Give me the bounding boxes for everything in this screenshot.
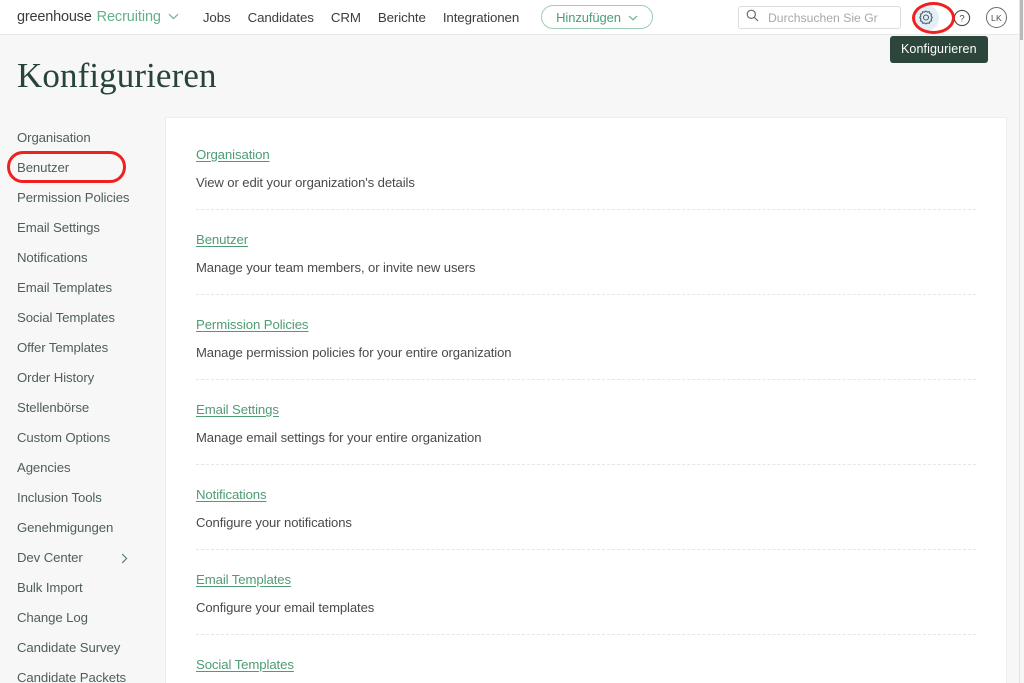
sidebar-item-label: Change Log (17, 609, 88, 625)
sidebar-item-label: Organisation (17, 129, 91, 145)
setting-description: Manage your team members, or invite new … (196, 260, 476, 275)
gear-tooltip: Konfigurieren (890, 36, 988, 63)
sidebar-item-notifications[interactable]: Notifications (0, 242, 150, 272)
sidebar-item-offer-templates[interactable]: Offer Templates (0, 332, 150, 362)
brand-name-greenhouse: greenhouse (17, 9, 92, 25)
setting-link-permission-policies[interactable]: Permission Policies (196, 317, 309, 332)
sidebar-item-label: Email Templates (17, 279, 113, 295)
sidebar-item-permission-policies[interactable]: Permission Policies (0, 182, 150, 212)
sidebar-item-label: Social Templates (17, 309, 115, 325)
sidebar-item-genehmigungen[interactable]: Genehmigungen (0, 512, 150, 542)
sidebar-item-bulk-import[interactable]: Bulk Import (0, 572, 150, 602)
sidebar-item-candidate-packets[interactable]: Candidate Packets (0, 662, 150, 683)
nav-right-cluster: ? LK (738, 0, 1007, 35)
setting-link-email-templates[interactable]: Email Templates (196, 572, 291, 587)
primary-nav-links: Jobs Candidates CRM Berichte Integration… (203, 10, 519, 25)
sidebar-item-label: Candidate Packets (17, 669, 126, 683)
avatar[interactable]: LK (986, 7, 1007, 28)
setting-link-social-templates[interactable]: Social Templates (196, 657, 294, 672)
settings-sidebar: Organisation Benutzer Permission Policies E… (0, 122, 150, 683)
sidebar-item-label: Email Settings (17, 219, 100, 235)
page-scrollbar[interactable] (1019, 0, 1024, 683)
sidebar-item-label: Candidate Survey (17, 639, 121, 655)
sidebar-item-change-log[interactable]: Change Log (0, 602, 150, 632)
nav-link-berichte[interactable]: Berichte (378, 10, 426, 25)
chevron-right-icon (121, 552, 128, 567)
sidebar-item-label: Notifications (17, 249, 88, 265)
question-mark-icon[interactable]: ? (949, 5, 975, 31)
setting-row: Organisation View or edit your organizati… (196, 118, 976, 210)
setting-row: Social TemplatesConfigure your social me… (196, 635, 976, 683)
sidebar-item-stellenb-rse[interactable]: Stellenbörse (0, 392, 150, 422)
sidebar-item-label: Permission Policies (17, 189, 130, 205)
sidebar-item-agencies[interactable]: Agencies (0, 452, 150, 482)
page-scrollbar-thumb[interactable] (1020, 0, 1023, 40)
sidebar-item-social-templates[interactable]: Social Templates (0, 302, 150, 332)
nav-link-jobs[interactable]: Jobs (203, 10, 231, 25)
sidebar-item-benutzer[interactable]: Benutzer (0, 152, 150, 182)
settings-card: Organisation View or edit your organizati… (165, 117, 1007, 683)
sidebar-item-order-history[interactable]: Order History (0, 362, 150, 392)
add-button[interactable]: Hinzufügen (541, 5, 653, 29)
sidebar-item-dev-center[interactable]: Dev Center (0, 542, 150, 572)
setting-description: Manage email settings for your entire or… (196, 430, 482, 445)
app-root: greenhouse Recruiting Jobs Candidates CR… (0, 0, 1024, 683)
nav-link-candidates[interactable]: Candidates (248, 10, 314, 25)
settings-list: Organisation View or edit your organizati… (166, 118, 1006, 683)
sidebar-item-label: Stellenbörse (17, 399, 90, 415)
setting-description: Configure your email templates (196, 600, 375, 615)
setting-description: Configure your notifications (196, 515, 352, 530)
setting-link-benutzer[interactable]: Benutzer (196, 232, 248, 247)
sidebar-item-label: Agencies (17, 459, 71, 475)
search-icon (746, 9, 759, 27)
brand-product-recruiting: Recruiting (96, 9, 161, 25)
sidebar-item-email-templates[interactable]: Email Templates (0, 272, 150, 302)
search-input[interactable] (766, 9, 886, 26)
sidebar-item-label: Bulk Import (17, 579, 83, 595)
setting-row: Permission Policies Manage permission pol… (196, 295, 976, 380)
setting-row: Benutzer Manage your team members, or inv… (196, 210, 976, 295)
setting-row: Email Templates Configure your email temp… (196, 550, 976, 635)
nav-link-crm[interactable]: CRM (331, 10, 361, 25)
sidebar-item-label: Genehmigungen (17, 519, 114, 535)
sidebar-item-organisation[interactable]: Organisation (0, 122, 150, 152)
brand-logo-menu[interactable]: greenhouse Recruiting (17, 8, 179, 26)
sidebar-item-label: Custom Options (17, 429, 111, 445)
top-navigation-bar: greenhouse Recruiting Jobs Candidates CR… (0, 0, 1019, 35)
sidebar-item-label: Dev Center (17, 549, 83, 565)
sidebar-item-label: Benutzer (17, 159, 69, 175)
sidebar-item-label: Order History (17, 369, 95, 385)
setting-row: Notifications Configure your notification… (196, 465, 976, 550)
sidebar-item-label: Inclusion Tools (17, 489, 102, 505)
page-title: Konfigurieren (17, 56, 217, 95)
setting-link-notifications[interactable]: Notifications (196, 487, 267, 502)
sidebar-item-email-settings[interactable]: Email Settings (0, 212, 150, 242)
nav-link-integrationen[interactable]: Integrationen (443, 10, 519, 25)
setting-description: Manage permission policies for your enti… (196, 345, 512, 360)
chevron-down-icon (628, 8, 638, 26)
search-box[interactable] (738, 6, 901, 29)
sidebar-item-candidate-survey[interactable]: Candidate Survey (0, 632, 150, 662)
setting-link-organisation[interactable]: Organisation (196, 147, 270, 162)
sidebar-item-inclusion-tools[interactable]: Inclusion Tools (0, 482, 150, 512)
add-button-label: Hinzufügen (556, 9, 621, 25)
setting-row: Email Settings Manage email settings for … (196, 380, 976, 465)
svg-text:?: ? (959, 13, 964, 24)
setting-description: View or edit your organization's details (196, 175, 415, 190)
sidebar-item-custom-options[interactable]: Custom Options (0, 422, 150, 452)
chevron-down-icon (168, 7, 179, 25)
setting-link-email-settings[interactable]: Email Settings (196, 402, 279, 417)
sidebar-item-label: Offer Templates (17, 339, 109, 355)
gear-icon[interactable] (913, 4, 939, 31)
